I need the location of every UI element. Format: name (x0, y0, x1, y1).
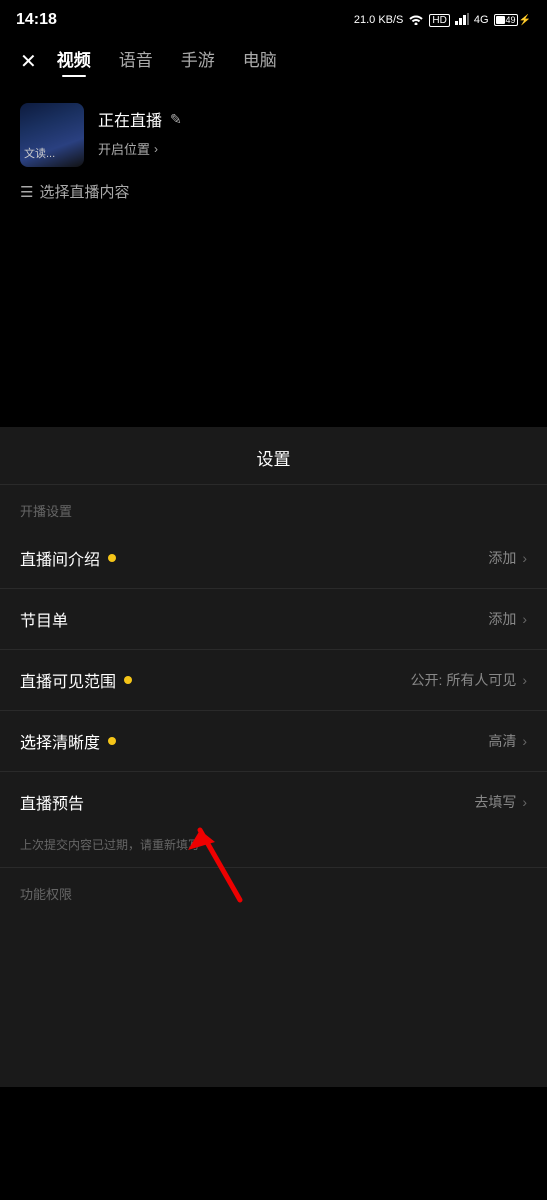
preview-right: 去填写 › (474, 792, 527, 812)
visibility-right: 公开: 所有人可见 › (411, 670, 527, 690)
tab-pc[interactable]: 电脑 (243, 46, 277, 77)
profile-info: 正在直播 ✎ 开启位置 › (98, 103, 182, 158)
battery-icon: 49 ⚡ (494, 14, 531, 26)
location-label: 开启位置 (98, 139, 150, 158)
preview-chevron: › (522, 794, 527, 810)
visibility-dot (124, 676, 132, 684)
nav-tabs: 视频 语音 手游 电脑 (57, 46, 527, 77)
settings-item-visibility[interactable]: 直播可见范围 公开: 所有人可见 › (0, 650, 547, 711)
edit-title-icon[interactable]: ✎ (170, 111, 182, 128)
select-content-label: 选择直播内容 (39, 181, 129, 202)
settings-item-room-intro[interactable]: 直播间介绍 添加 › (0, 528, 547, 589)
settings-item-program-list[interactable]: 节目单 添加 › (0, 589, 547, 650)
avatar: 文读... (20, 103, 84, 167)
close-button[interactable]: ✕ (20, 49, 37, 74)
location-arrow: › (154, 142, 158, 156)
quality-label: 选择清晰度 (20, 729, 100, 753)
visibility-left: 直播可见范围 (20, 668, 132, 692)
tab-video[interactable]: 视频 (57, 46, 91, 77)
room-intro-label: 直播间介绍 (20, 546, 100, 570)
tab-mobile-game[interactable]: 手游 (181, 46, 215, 77)
room-intro-dot (108, 554, 116, 562)
program-list-chevron: › (522, 611, 527, 627)
wifi-icon (408, 13, 424, 28)
live-status-row: 正在直播 ✎ (98, 107, 182, 131)
visibility-value: 公开: 所有人可见 (411, 670, 517, 690)
status-icons: 21.0 KB/S HD 4G 49 ⚡ (354, 13, 531, 28)
avatar-label: 文读... (24, 145, 55, 161)
program-list-left: 节目单 (20, 607, 68, 631)
live-setup-area: 文读... 正在直播 ✎ 开启位置 › ☰ 选择直播内容 (0, 87, 547, 427)
program-list-label: 节目单 (20, 607, 68, 631)
location-button[interactable]: 开启位置 › (98, 139, 182, 158)
network-type: 4G (474, 14, 489, 26)
room-intro-chevron: › (522, 550, 527, 566)
quality-right: 高清 › (488, 731, 527, 751)
quality-chevron: › (522, 733, 527, 749)
select-content-button[interactable]: ☰ 选择直播内容 (20, 181, 527, 202)
section-permissions-label: 功能权限 (0, 868, 547, 911)
quality-value: 高清 (488, 731, 516, 751)
section-broadcast-settings-label: 开播设置 (0, 485, 547, 528)
quality-left: 选择清晰度 (20, 729, 116, 753)
visibility-label: 直播可见范围 (20, 668, 116, 692)
signal-icon (455, 13, 469, 28)
preview-value: 去填写 (474, 792, 516, 812)
settings-item-quality[interactable]: 选择清晰度 高清 › (0, 711, 547, 772)
settings-title: 设置 (0, 427, 547, 485)
visibility-chevron: › (522, 672, 527, 688)
live-status-text: 正在直播 (98, 107, 162, 131)
network-speed-icon: 21.0 KB/S (354, 14, 404, 26)
tab-audio[interactable]: 语音 (119, 46, 153, 77)
status-time: 14:18 (16, 11, 57, 29)
live-profile: 文读... 正在直播 ✎ 开启位置 › (20, 103, 527, 167)
settings-item-preview[interactable]: 直播预告 去填写 › (0, 772, 547, 832)
room-intro-value: 添加 (488, 548, 516, 568)
preview-left: 直播预告 (20, 790, 84, 814)
preview-sub-text: 上次提交内容已过期，请重新填写 (0, 832, 547, 868)
quality-dot (108, 737, 116, 745)
room-intro-right: 添加 › (488, 548, 527, 568)
menu-icon: ☰ (20, 183, 33, 201)
program-list-value: 添加 (488, 609, 516, 629)
settings-panel: 设置 开播设置 直播间介绍 添加 › 节目单 添加 › 直播可见范围 公开: 所… (0, 427, 547, 1087)
top-nav: ✕ 视频 语音 手游 电脑 (0, 36, 547, 87)
battery-value: 49 (506, 15, 516, 25)
status-bar: 14:18 21.0 KB/S HD 4G 49 ⚡ (0, 0, 547, 36)
hd-badge: HD (429, 14, 449, 27)
room-intro-left: 直播间介绍 (20, 546, 116, 570)
preview-label: 直播预告 (20, 790, 84, 814)
program-list-right: 添加 › (488, 609, 527, 629)
